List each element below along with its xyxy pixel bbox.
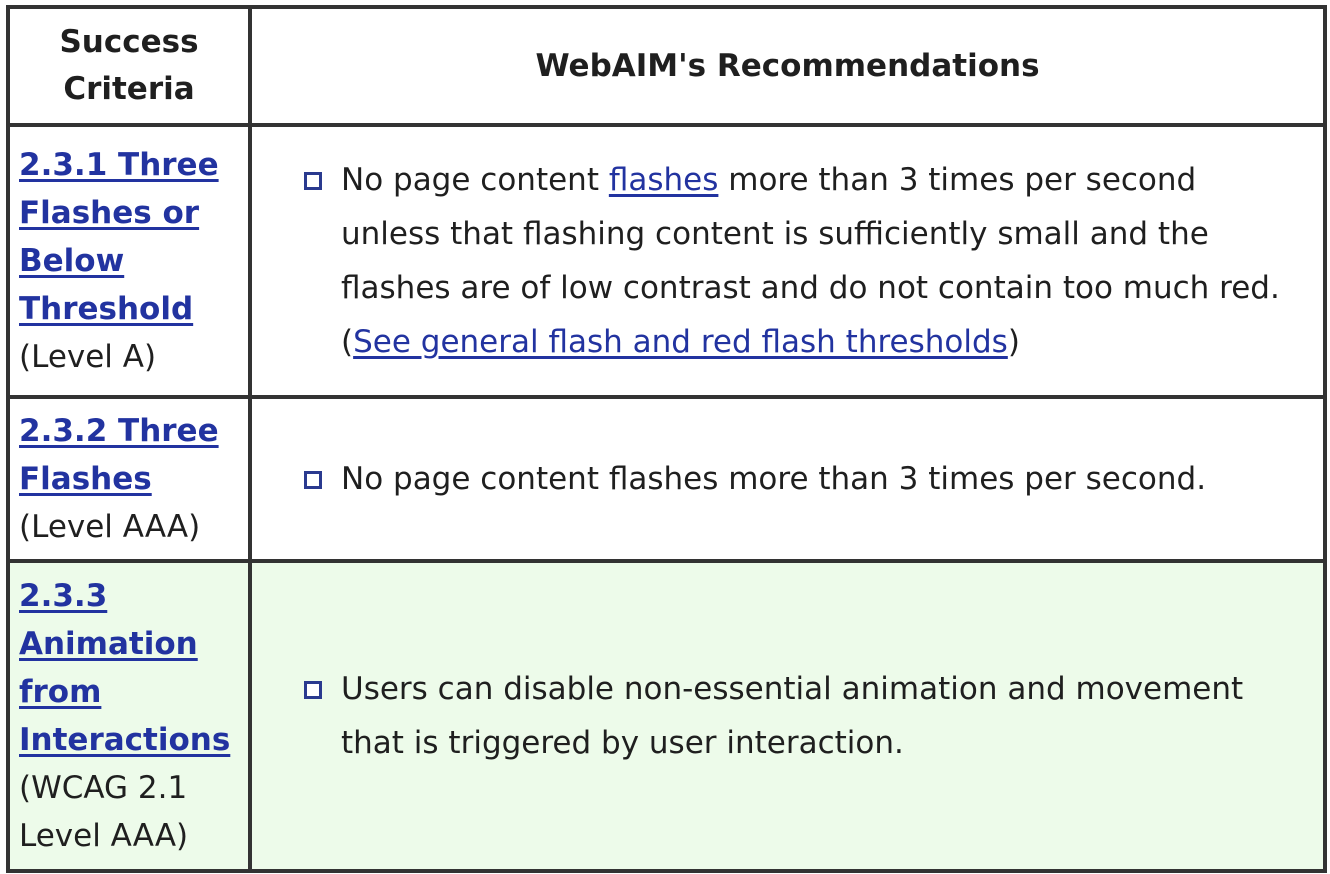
header-success-criteria: Success Criteria: [6, 5, 252, 127]
table-header-row: Success Criteria WebAIM's Recommendation…: [6, 5, 1327, 127]
header-recommendations: WebAIM's Recommendations: [248, 5, 1327, 127]
recommendation-cell: No page content flashes more than 3 time…: [248, 395, 1327, 563]
recommendation-item: No page content flashes more than 3 time…: [304, 452, 1293, 506]
criterion-link-2-3-2[interactable]: 2.3.2 Three Flashes: [19, 413, 219, 497]
criterion-cell: 2.3.1 Three Flashes or Below Threshold (…: [6, 123, 252, 399]
square-bullet-icon: [304, 681, 322, 699]
table-row: 2.3.3 Animation from Interactions (WCAG …: [6, 559, 1327, 873]
criterion-link-2-3-3[interactable]: 2.3.3 Animation from Interactions: [19, 578, 230, 758]
recommendation-cell: No page content flashes more than 3 time…: [248, 123, 1327, 399]
criterion-link-2-3-1[interactable]: 2.3.1 Three Flashes or Below Threshold: [19, 147, 219, 327]
criterion-level: (Level A): [19, 339, 157, 375]
recommendation-text: No page content: [341, 162, 609, 198]
recommendation-cell: Users can disable non-essential animatio…: [248, 559, 1327, 873]
square-bullet-icon: [304, 172, 322, 190]
criterion-level: (Level AAA): [19, 509, 201, 545]
recommendation-text: ): [1007, 324, 1020, 360]
recommendation-text: Users can disable non-essential animatio…: [341, 671, 1244, 761]
recommendation-item: No page content flashes more than 3 time…: [304, 153, 1293, 369]
table-row: 2.3.1 Three Flashes or Below Threshold (…: [6, 123, 1327, 399]
recommendation-text: No page content flashes more than 3 time…: [341, 461, 1207, 497]
criterion-cell: 2.3.3 Animation from Interactions (WCAG …: [6, 559, 252, 873]
success-criteria-table: Success Criteria WebAIM's Recommendation…: [6, 5, 1327, 873]
flashes-link[interactable]: flashes: [609, 162, 719, 198]
criterion-level: (WCAG 2.1 Level AAA): [19, 770, 189, 854]
flash-thresholds-link[interactable]: See general flash and red flash threshol…: [353, 324, 1008, 360]
criterion-cell: 2.3.2 Three Flashes (Level AAA): [6, 395, 252, 563]
recommendation-item: Users can disable non-essential animatio…: [304, 662, 1293, 770]
table-row: 2.3.2 Three Flashes (Level AAA) No page …: [6, 395, 1327, 563]
square-bullet-icon: [304, 471, 322, 489]
